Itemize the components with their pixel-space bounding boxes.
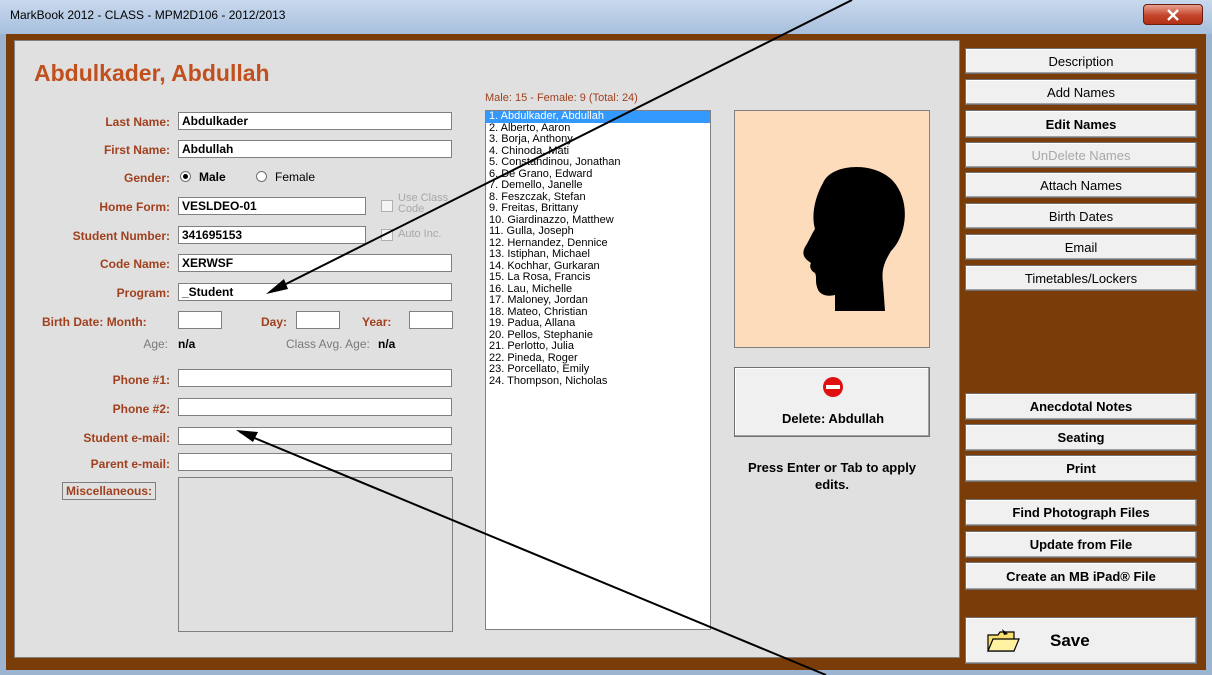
save-button[interactable]: Save (965, 617, 1197, 664)
gender-male-label[interactable]: Male (199, 170, 226, 184)
first-name-label: First Name: (103, 143, 170, 157)
parent-email-label: Parent e-mail: (90, 457, 170, 471)
student-photo[interactable] (734, 110, 930, 348)
list-item[interactable]: 3. Borja, Anthony (486, 133, 710, 146)
list-item[interactable]: 19. Padua, Allana (486, 317, 710, 330)
list-item[interactable]: 21. Perlotto, Julia (486, 340, 710, 353)
list-item[interactable]: 17. Maloney, Jordan (486, 294, 710, 307)
home-form-label: Home Form: (99, 200, 170, 214)
delete-student-button[interactable]: Delete: Abdullah (734, 367, 930, 437)
program-field[interactable]: _Student (178, 283, 452, 301)
birth-dates-button[interactable]: Birth Dates (965, 203, 1197, 229)
add-names-button[interactable]: Add Names (965, 79, 1197, 105)
list-item[interactable]: 23. Porcellato, Emily (486, 363, 710, 376)
description-button[interactable]: Description (965, 48, 1197, 74)
list-item[interactable]: 15. La Rosa, Francis (486, 271, 710, 284)
miscellaneous-label: Miscellaneous: (62, 482, 157, 500)
use-class-code-checkbox[interactable] (381, 200, 393, 212)
student-heading: Abdulkader, Abdullah (34, 60, 270, 86)
birth-date-label: Birth Date: Month: (42, 315, 147, 329)
gender-female-radio[interactable] (256, 171, 267, 182)
student-email-field[interactable] (178, 427, 452, 445)
phone2-field[interactable] (178, 398, 452, 416)
attach-names-button[interactable]: Attach Names (965, 172, 1197, 198)
use-class-code-label: Use Class Code (398, 192, 449, 215)
last-name-field[interactable]: Abdulkader (178, 112, 452, 130)
student-number-field[interactable]: 341695153 (178, 226, 366, 244)
program-label: Program: (116, 286, 170, 300)
seating-button[interactable]: Seating (965, 424, 1197, 451)
close-button[interactable] (1143, 4, 1203, 25)
save-label: Save (1050, 630, 1090, 650)
list-item[interactable]: 5. Constandinou, Jonathan (486, 156, 710, 169)
anecdotal-notes-button[interactable]: Anecdotal Notes (965, 393, 1197, 420)
silhouette-icon (803, 166, 905, 311)
phone2-label: Phone #2: (112, 402, 170, 416)
first-name-field[interactable]: Abdullah (178, 140, 452, 158)
list-item[interactable]: 9. Freitas, Brittany (486, 202, 710, 215)
undelete-names-button[interactable]: UnDelete Names (965, 142, 1197, 168)
list-item[interactable]: 13. Istiphan, Michael (486, 248, 710, 261)
window-title: MarkBook 2012 - CLASS - MPM2D106 - 2012/… (10, 8, 286, 22)
close-icon (1167, 9, 1179, 21)
update-from-file-button[interactable]: Update from File (965, 531, 1197, 558)
app-window: MarkBook 2012 - CLASS - MPM2D106 - 2012/… (0, 0, 1212, 675)
print-button[interactable]: Print (965, 455, 1197, 482)
gender-label: Gender: (123, 171, 170, 185)
delete-student-label: Delete: Abdullah (781, 411, 885, 426)
timetables-lockers-button[interactable]: Timetables/Lockers (965, 265, 1197, 291)
list-item[interactable]: 11. Gulla, Joseph (486, 225, 710, 238)
phone1-label: Phone #1: (112, 373, 170, 387)
student-number-label: Student Number: (72, 229, 170, 243)
phone1-field[interactable] (178, 369, 452, 387)
roster-summary: Male: 15 - Female: 9 (Total: 24) (485, 92, 638, 104)
list-item[interactable]: 1. Abdulkader, Abdullah (486, 110, 710, 123)
auto-inc-checkbox[interactable] (381, 229, 393, 241)
home-form-field[interactable]: VESLDEO-01 (178, 197, 366, 215)
age-label: Age: (143, 337, 168, 351)
code-name-label: Code Name: (99, 257, 170, 271)
email-button[interactable]: Email (965, 234, 1197, 260)
year-label: Year: (362, 315, 392, 329)
day-label: Day: (261, 315, 288, 329)
miscellaneous-field[interactable] (178, 477, 453, 632)
class-avg-age-label: Class Avg. Age: (286, 337, 370, 351)
auto-inc-label: Auto Inc. (398, 228, 442, 240)
parent-email-field[interactable] (178, 453, 452, 471)
folder-icon (987, 628, 1020, 652)
last-name-label: Last Name: (105, 115, 170, 129)
title-bar[interactable]: MarkBook 2012 - CLASS - MPM2D106 - 2012/… (0, 0, 1212, 34)
code-name-field[interactable]: XERWSF (178, 254, 452, 272)
list-item[interactable]: 7. Demello, Janelle (486, 179, 710, 192)
edit-names-button[interactable]: Edit Names (965, 110, 1197, 138)
edit-hint: Press Enter or Tab to apply edits. (747, 460, 917, 492)
student-email-label: Student e-mail: (83, 431, 170, 445)
gender-female-label[interactable]: Female (275, 170, 315, 184)
age-value: n/a (178, 337, 196, 351)
birth-year-field[interactable] (409, 311, 453, 329)
find-photograph-files-button[interactable]: Find Photograph Files (965, 499, 1197, 526)
birth-day-field[interactable] (296, 311, 340, 329)
no-entry-icon (823, 377, 843, 397)
list-item[interactable]: 24. Thompson, Nicholas (486, 375, 710, 388)
birth-month-field[interactable] (178, 311, 222, 329)
gender-male-radio[interactable] (180, 171, 191, 182)
create-ipad-file-button[interactable]: Create an MB iPad® File (965, 562, 1197, 590)
student-list[interactable]: 1. Abdulkader, Abdullah 2. Alberto, Aaron… (485, 110, 711, 630)
class-avg-age-value: n/a (378, 337, 396, 351)
